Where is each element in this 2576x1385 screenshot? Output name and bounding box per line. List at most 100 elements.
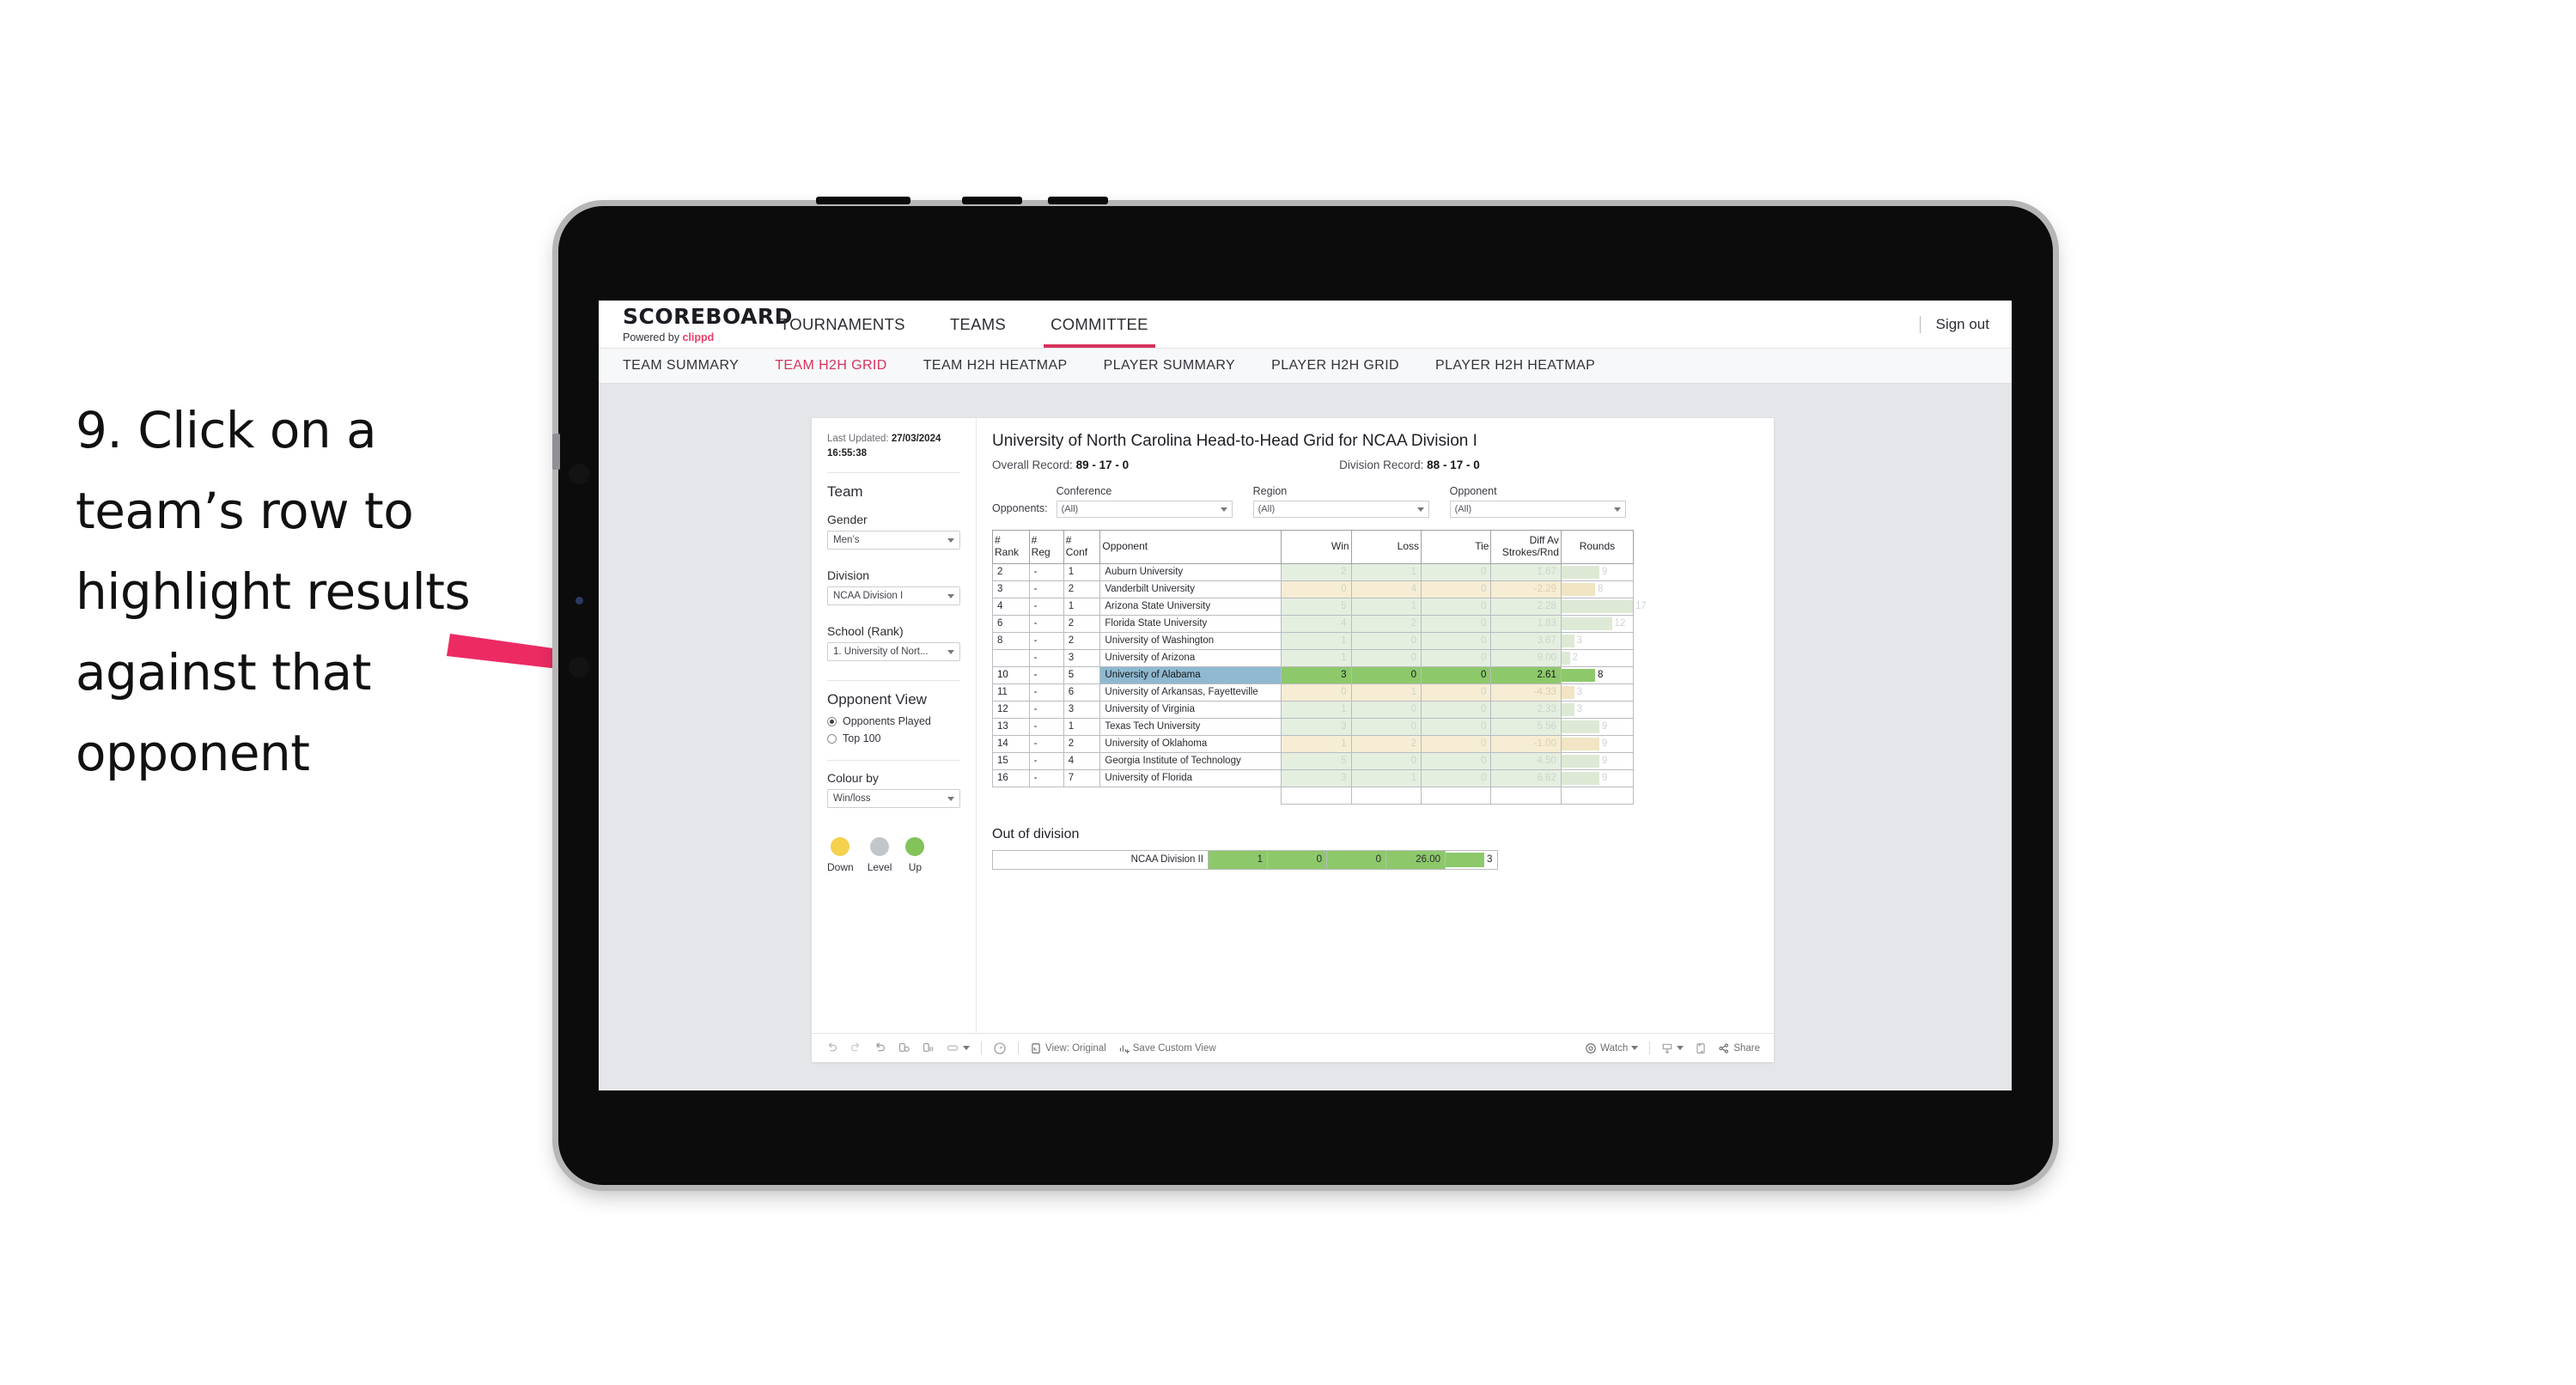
table-row[interactable]: 6-2 Florida State University 4 2 0 1.83 12 [992, 614, 1635, 633]
view-original-button[interactable]: View: Original [1030, 1042, 1106, 1054]
save-custom-view-button[interactable]: Save Custom View [1117, 1042, 1216, 1054]
viz-toolbar: View: Original Save Custom View Watch Sh… [812, 1033, 1774, 1062]
region-select[interactable]: (All) [1252, 501, 1429, 518]
divider [981, 1042, 982, 1054]
fullscreen-button[interactable] [1695, 1042, 1707, 1054]
brand-logo: SCOREBOARD Powered by clippd [599, 301, 792, 348]
redo-button[interactable] [850, 1042, 862, 1054]
cell-opponent: Georgia Institute of Technology [1099, 751, 1282, 770]
rounds-value: 3 [1576, 635, 1582, 647]
table-row[interactable]: 14-2 University of Oklahoma 1 2 0 -1.00 9 [992, 734, 1635, 753]
chevron-down-icon [963, 1046, 970, 1050]
table-row[interactable]: NCAA Division II 1 0 0 26.00 3 [992, 849, 1498, 870]
cell-tie: 0 [1420, 597, 1492, 616]
cell-diff: 2.33 [1490, 700, 1562, 719]
table-row[interactable]: 2-1 Auburn University 2 1 0 1.67 9 [992, 562, 1635, 581]
volume-button-2 [1048, 197, 1108, 204]
table-row[interactable]: 11-6 University of Arkansas, Fayetteville… [992, 683, 1635, 702]
cell-opponent: University of Arkansas, Fayetteville [1099, 683, 1282, 702]
fit-dropdown[interactable] [946, 1042, 970, 1054]
cell-tie: 0 [1420, 700, 1492, 719]
rounds-value: 3 [1576, 687, 1582, 698]
cell-conf: 2 [1063, 614, 1101, 633]
cell-win: 1 [1281, 700, 1352, 719]
table-row[interactable]: 4-1 Arizona State University 5 1 0 2.28 17 [992, 597, 1647, 616]
gender-select[interactable]: Men’s [827, 531, 960, 550]
opponent-select[interactable]: (All) [1449, 501, 1626, 518]
radio-icon [827, 733, 837, 744]
cell-opponent: University of Washington [1099, 631, 1282, 650]
pause-auto-update-button[interactable] [993, 1042, 1007, 1055]
tab-team-summary[interactable]: TEAM SUMMARY [623, 358, 739, 374]
cell-rank: 2 [992, 562, 1030, 581]
table-row[interactable]: 16-7 University of Florida 3 1 0 6.62 9 [992, 768, 1635, 787]
undo-button[interactable] [825, 1042, 838, 1054]
radio-top-100[interactable]: Top 100 [827, 732, 960, 744]
conference-select[interactable]: (All) [1056, 501, 1233, 518]
cell-loss: 0 [1350, 665, 1422, 684]
chevron-down-icon [1416, 507, 1424, 512]
nav-committee[interactable]: COMMITTEE [1028, 301, 1171, 348]
cell-loss: 0 [1350, 717, 1422, 736]
nav-tournaments[interactable]: TOURNAMENTS [758, 301, 928, 348]
nav-teams[interactable]: TEAMS [928, 301, 1028, 348]
tab-player-h2h-grid[interactable]: PLAYER H2H GRID [1271, 358, 1399, 374]
radio-opponents-played[interactable]: Opponents Played [827, 715, 960, 727]
table-row[interactable]: -3 University of Arizona 1 0 0 9.00 2 [992, 648, 1635, 667]
cell-conf: 7 [1063, 768, 1101, 787]
table-row[interactable]: 15-4 Georgia Institute of Technology 5 0 0 4.… [992, 751, 1635, 770]
watch-label: Watch [1600, 1042, 1629, 1054]
division-value: NCAA Division I [833, 591, 904, 602]
cell-loss: 2 [1350, 614, 1422, 633]
cell-opponent: Florida State University [1099, 614, 1282, 633]
cell-loss: 1 [1350, 683, 1422, 702]
cell-conf: 2 [1063, 734, 1101, 753]
divider [1649, 1042, 1651, 1054]
share-button[interactable]: Share [1718, 1042, 1760, 1054]
school-select[interactable]: 1. University of Nort... [827, 642, 960, 662]
cell-loss: 1 [1350, 562, 1422, 581]
watch-button[interactable]: Watch [1585, 1042, 1639, 1054]
table-row[interactable]: 3-2 Vanderbilt University 0 4 0 -2.29 8 [992, 580, 1635, 598]
cell-tie: 0 [1420, 751, 1492, 770]
region-value: (All) [1258, 504, 1276, 514]
table-row[interactable]: 13-1 Texas Tech University 3 0 0 5.56 9 [992, 717, 1635, 736]
division-select[interactable]: NCAA Division I [827, 586, 960, 606]
signout-area: Sign out [1919, 301, 1989, 348]
refresh-data-button[interactable] [898, 1042, 910, 1054]
tab-team-h2h-heatmap[interactable]: TEAM H2H HEATMAP [923, 358, 1068, 374]
legend-down: Down [827, 837, 854, 873]
cell-opponent: Auburn University [1099, 562, 1282, 581]
rounds-value: 9 [1601, 738, 1608, 750]
colour-by-value: Win/loss [833, 793, 871, 805]
sensor-dot [575, 597, 583, 604]
colour-by-select[interactable]: Win/loss [827, 789, 960, 809]
cell-reg: - [1028, 580, 1064, 598]
pause-refresh-button[interactable] [922, 1042, 935, 1054]
tab-player-summary[interactable]: PLAYER SUMMARY [1104, 358, 1236, 374]
signout-button[interactable]: Sign out [1936, 316, 1989, 333]
legend-swatch-down [831, 837, 850, 857]
tab-team-h2h-grid[interactable]: TEAM H2H GRID [775, 358, 887, 374]
cell-diff: -1.00 [1490, 734, 1562, 753]
filter-label: Opponent [1449, 485, 1497, 497]
table-row[interactable]: 10-5 University of Alabama 3 0 0 2.61 8 [992, 665, 1635, 684]
rounds-value: 9 [1601, 773, 1608, 784]
radio-icon-selected [827, 716, 837, 726]
cell-opponent: Vanderbilt University [1099, 580, 1282, 598]
table-row[interactable]: 8-2 University of Washington 1 0 0 3.67 3 [992, 631, 1635, 650]
download-button[interactable] [1661, 1042, 1684, 1054]
out-of-division-table: NCAA Division II 1 0 0 26.00 3 [992, 849, 1498, 870]
spacer-cell [993, 787, 1030, 804]
spacer-cell [1560, 786, 1635, 805]
chevron-down-icon [947, 593, 954, 598]
revert-button[interactable] [874, 1042, 886, 1054]
cell-diff: 2.28 [1490, 597, 1562, 616]
viz-body: Last Updated: 27/03/2024 16:55:38 Team G… [812, 418, 1774, 1033]
volume-button [962, 197, 1022, 204]
rounds-bar [1561, 634, 1574, 647]
table-row[interactable]: 12-3 University of Virginia 1 0 0 2.33 3 [992, 700, 1635, 719]
divider [1919, 315, 1921, 333]
tab-player-h2h-heatmap[interactable]: PLAYER H2H HEATMAP [1435, 358, 1595, 374]
rounds-bar [1561, 668, 1595, 682]
